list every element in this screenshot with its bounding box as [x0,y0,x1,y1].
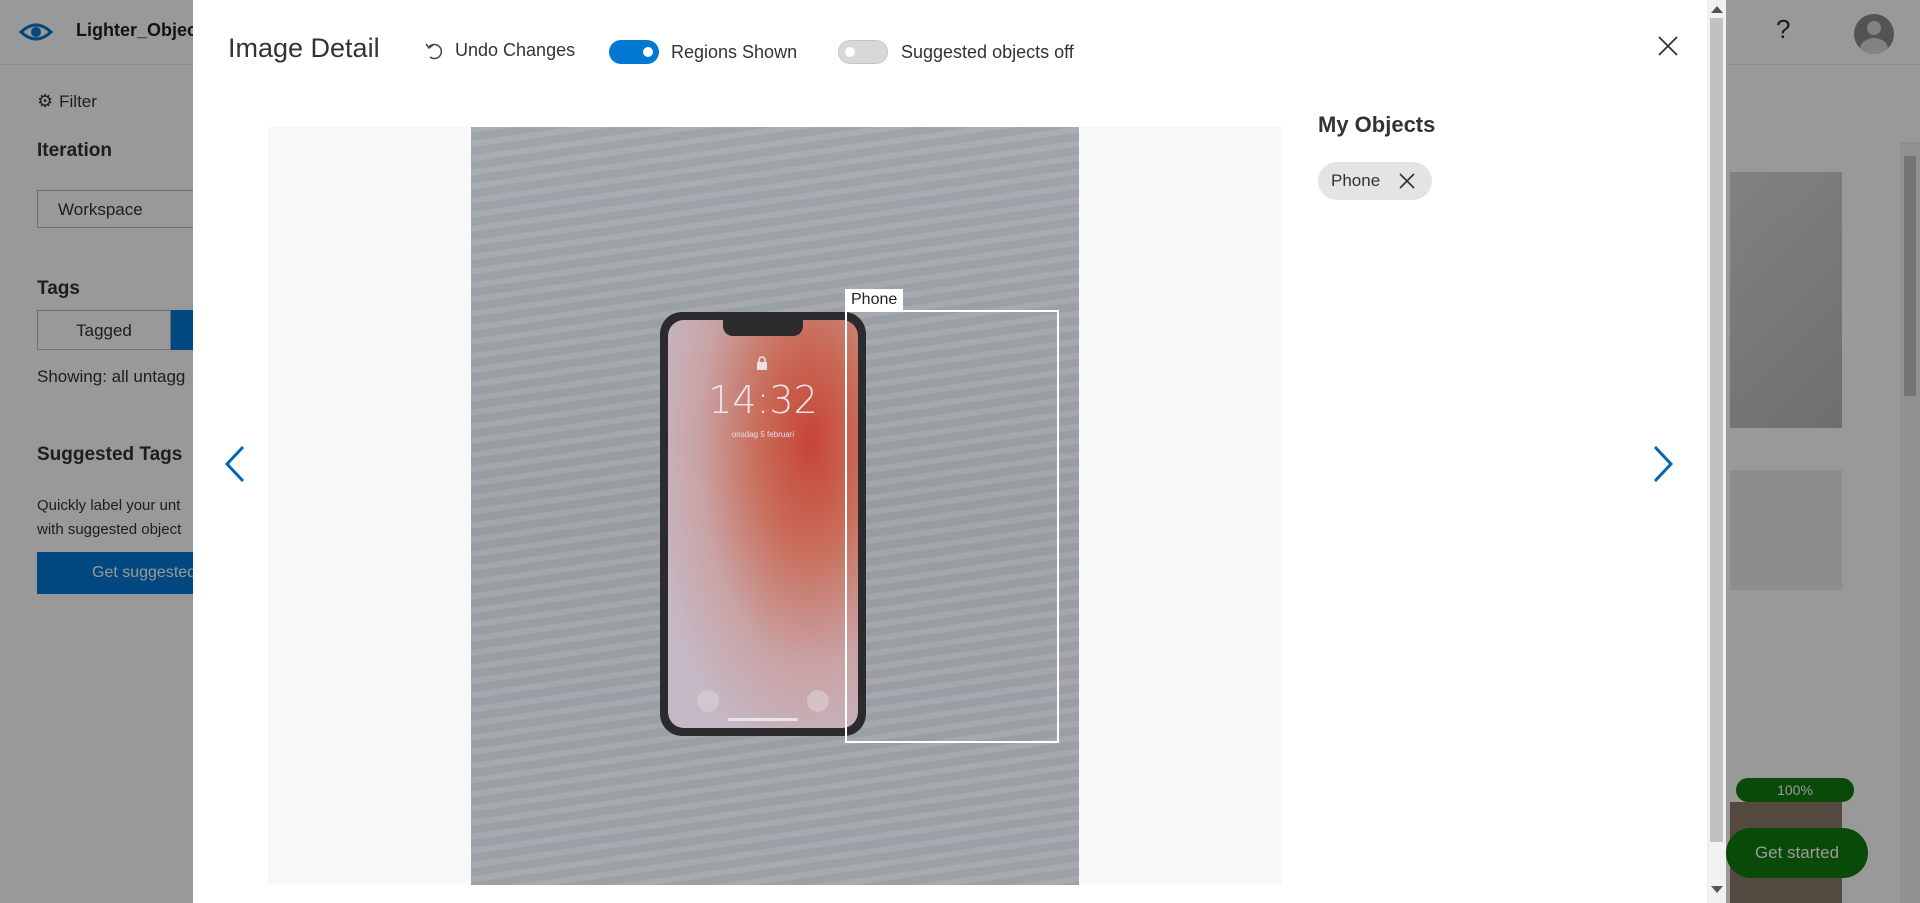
flashlight-icon [697,690,719,712]
camera-icon [807,690,829,712]
dialog-scrollbar[interactable] [1707,0,1726,903]
region-tag-label[interactable]: Phone [845,289,904,311]
scroll-up-icon[interactable] [1711,6,1723,13]
phone-object: 14:32 onsdag 5 februari [660,312,866,736]
undo-label: Undo Changes [455,40,576,60]
phone-time: 14:32 [708,378,818,422]
image-canvas[interactable]: 14:32 onsdag 5 februari [268,127,1282,885]
scroll-down-icon[interactable] [1711,886,1723,893]
regions-shown-label: Regions Shown [671,42,798,62]
regions-shown-toggle[interactable] [609,40,659,64]
region-bounding-box[interactable] [845,310,1059,743]
my-objects-title: My Objects [1318,112,1436,137]
chevron-left-icon[interactable] [223,444,247,484]
lock-icon [757,356,767,370]
suggested-objects-label: Suggested objects off [901,42,1074,62]
chevron-right-icon[interactable] [1651,444,1675,484]
scrollbar-thumb[interactable] [1710,18,1723,842]
object-chip-phone[interactable]: Phone [1318,162,1433,200]
suggested-objects-toggle[interactable] [838,40,888,64]
undo-icon [425,43,443,59]
undo-changes-button[interactable]: Undo Changes [425,40,575,61]
phone-date: onsdag 5 februari [731,430,795,439]
remove-icon[interactable] [1398,172,1416,190]
object-chip-label: Phone [1331,171,1381,190]
image-detail-dialog: Image Detail Undo Changes Regions Shown … [193,0,1726,903]
close-icon[interactable] [1656,34,1680,58]
phone-screen: 14:32 onsdag 5 februari [668,320,858,728]
dialog-title: Image Detail [228,33,380,63]
